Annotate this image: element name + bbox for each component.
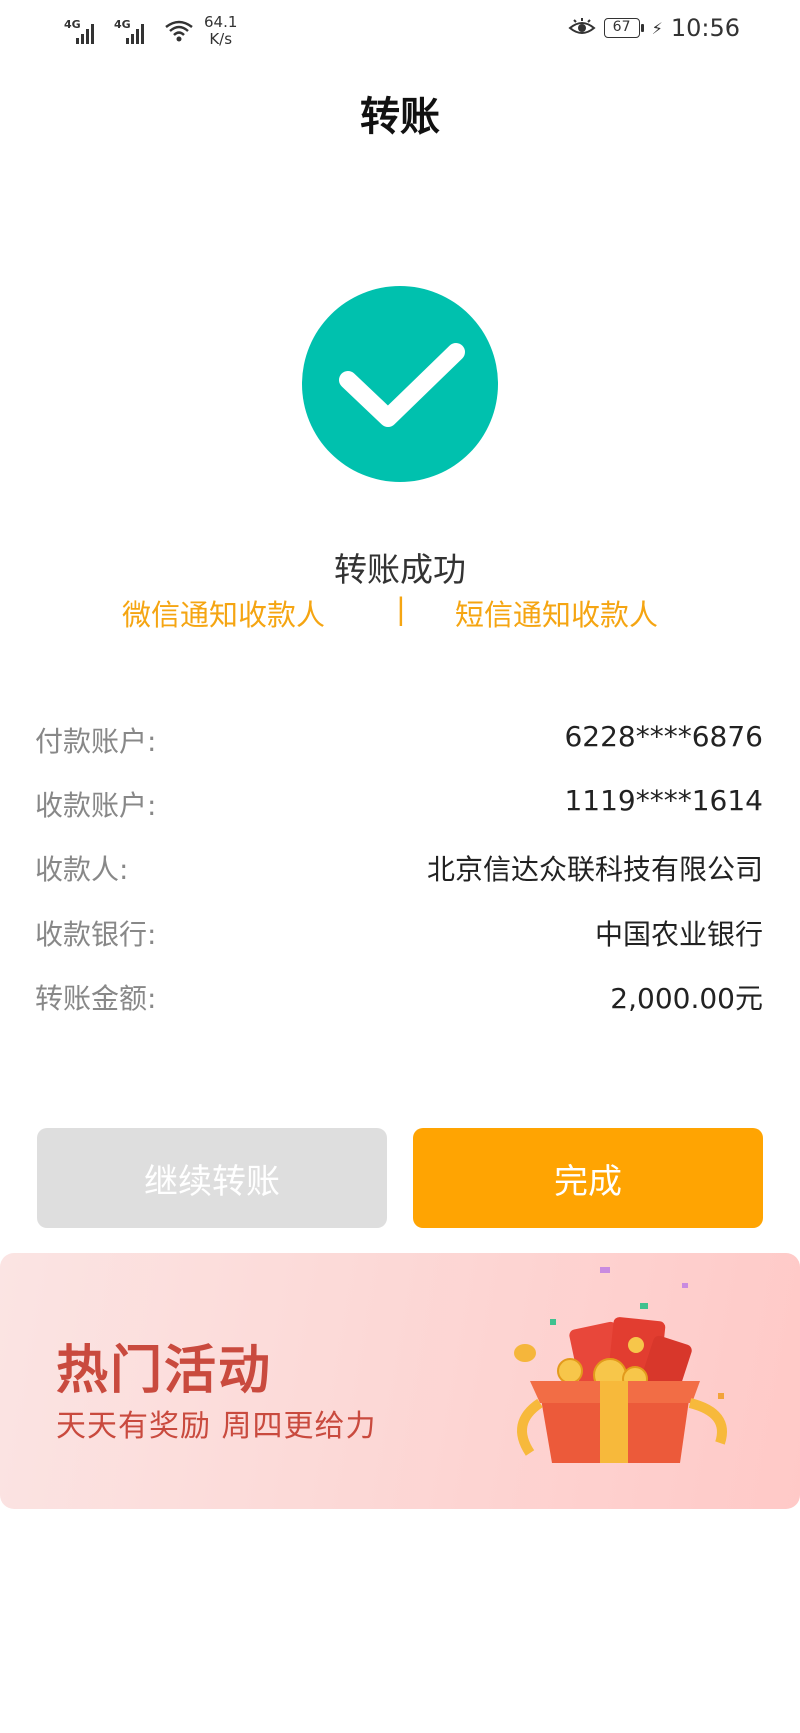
- detail-label: 收款人:: [35, 853, 129, 886]
- network-speed: 64.1 K/s: [204, 14, 237, 48]
- detail-label: 收款银行:: [35, 918, 157, 951]
- detail-value: 1119****1614: [564, 784, 763, 817]
- gift-box-icon: [514, 1267, 727, 1463]
- success-check-icon: [302, 286, 498, 482]
- speed-unit: K/s: [209, 30, 233, 48]
- detail-value: 6228****6876: [564, 720, 763, 753]
- status-left: 4G 4G 64.1 K/s: [64, 14, 237, 48]
- detail-value: 北京信达众联科技有限公司: [426, 853, 763, 886]
- done-button[interactable]: 完成: [413, 1128, 763, 1228]
- page-title: 转账: [360, 94, 440, 140]
- eye-comfort-icon: [568, 18, 596, 34]
- wechat-notify-link[interactable]: 微信通知收款人: [122, 592, 325, 634]
- detail-row-amount: 转账金额: 2,000.00元: [35, 977, 763, 1021]
- detail-value: 2,000.00元: [610, 982, 763, 1015]
- charging-icon: ⚡: [651, 18, 663, 38]
- detail-label: 转账金额:: [35, 982, 157, 1015]
- banner-title: 热门活动: [56, 1341, 273, 1401]
- signal-2-icon: 4G: [114, 18, 154, 44]
- promo-banner[interactable]: 热门活动 天天有奖励 周四更给力: [0, 1253, 800, 1509]
- detail-label: 付款账户:: [35, 725, 157, 758]
- signal-1-icon: 4G: [64, 18, 104, 44]
- detail-value: 中国农业银行: [594, 918, 763, 951]
- continue-transfer-button[interactable]: 继续转账: [37, 1128, 387, 1228]
- sms-notify-link[interactable]: 短信通知收款人: [455, 592, 658, 634]
- notify-links: 微信通知收款人 | 短信通知收款人: [0, 592, 800, 636]
- status-time: 10:56: [670, 14, 740, 42]
- detail-row-payer-account: 付款账户: 6228****6876: [35, 720, 763, 764]
- detail-label: 收款账户:: [35, 789, 157, 822]
- battery-icon: 67: [603, 18, 644, 38]
- wifi-icon: [165, 20, 193, 42]
- detail-row-payee-account: 收款账户: 1119****1614: [35, 784, 763, 828]
- detail-row-payee: 收款人: 北京信达众联科技有限公司: [35, 848, 763, 892]
- status-bar: 4G 4G 64.1 K/s 67 ⚡ 10:56: [0, 0, 800, 60]
- speed-value: 64.1: [204, 13, 238, 31]
- notify-separator: |: [396, 592, 406, 626]
- detail-row-bank: 收款银行: 中国农业银行: [35, 913, 763, 957]
- banner-subtitle: 天天有奖励 周四更给力: [56, 1409, 377, 1444]
- transfer-status: 转账成功: [334, 550, 466, 589]
- status-right: 67 ⚡ 10:56: [568, 14, 740, 42]
